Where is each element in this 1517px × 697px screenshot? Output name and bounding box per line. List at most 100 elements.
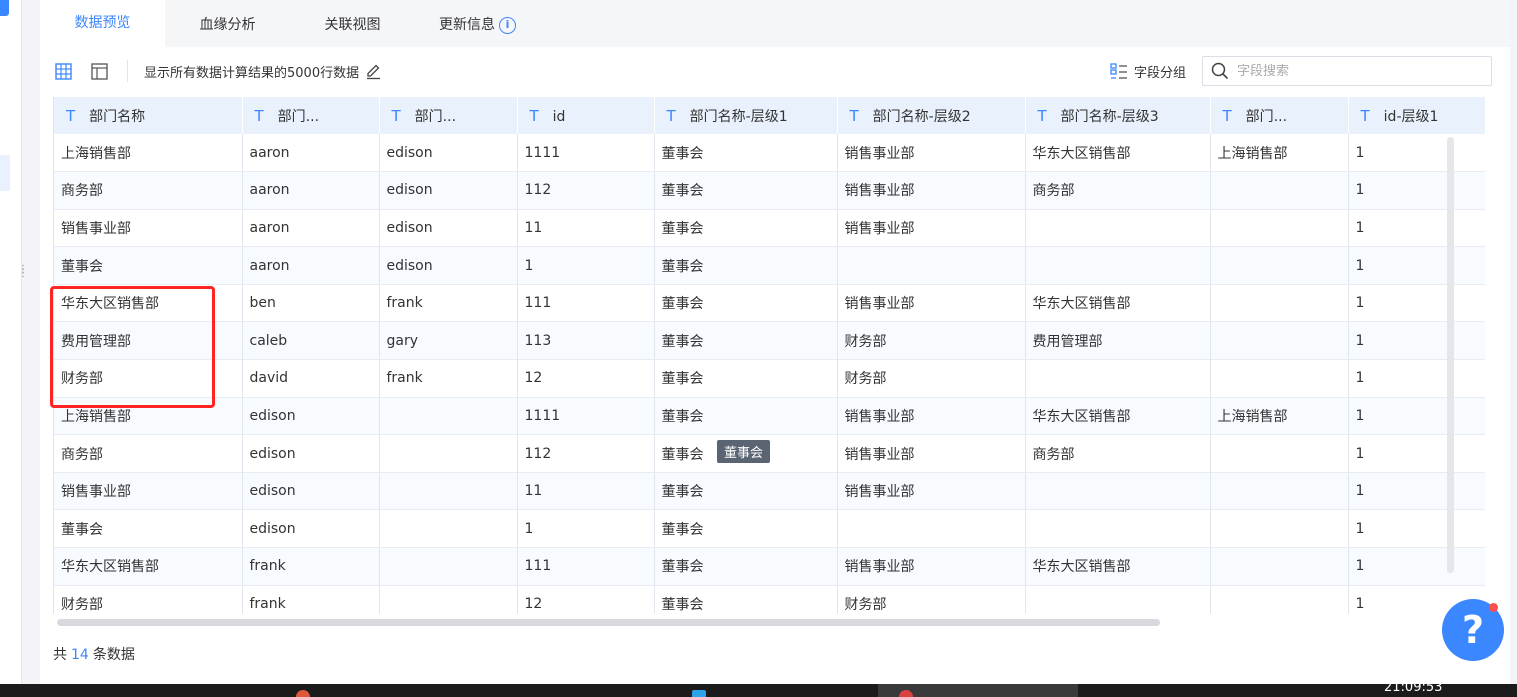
table-cell[interactable]: 董事会	[654, 134, 838, 173]
column-header[interactable]: T 部门...	[379, 97, 518, 134]
tab-lineage[interactable]: 血缘分析	[165, 14, 290, 34]
table-cell[interactable]	[1210, 547, 1349, 586]
table-cell[interactable]: 董事会	[654, 359, 838, 398]
table-cell[interactable]: 1	[1348, 359, 1485, 398]
table-row[interactable]: 财务部 frank 12 董事会 财务部 1	[54, 585, 1485, 614]
table-row[interactable]: 董事会 edison 1 董事会 1	[54, 509, 1485, 549]
table-cell[interactable]: 11	[517, 209, 655, 248]
table-cell[interactable]: 11	[517, 472, 655, 511]
column-header[interactable]: T 部门名称	[54, 97, 243, 134]
table-cell[interactable]	[379, 509, 518, 549]
column-header[interactable]: Tid	[517, 97, 655, 134]
table-cell[interactable]	[379, 434, 518, 473]
table-cell[interactable]: frank	[379, 284, 518, 323]
taskbar-app-icon[interactable]	[692, 690, 706, 697]
drag-handle-icon[interactable]: ⋮ ⋮	[18, 265, 28, 279]
table-cell[interactable]: 董事会	[654, 209, 838, 248]
table-cell[interactable]: 董事会	[654, 509, 838, 549]
column-header[interactable]: T 部门...	[242, 97, 380, 134]
table-row[interactable]: 商务部 aaron edison 112 董事会 销售事业部 商务部 1	[54, 171, 1485, 210]
table-cell[interactable]	[379, 585, 518, 614]
table-row[interactable]: 财务部 david frank 12 董事会 财务部 1	[54, 359, 1485, 398]
table-cell[interactable]: 1	[517, 509, 655, 549]
table-cell[interactable]: 销售事业部	[837, 472, 1026, 511]
table-row[interactable]: 上海销售部 edison 1111 董事会 销售事业部 华东大区销售部 上海销售部 1	[54, 397, 1485, 436]
table-cell[interactable]	[379, 397, 518, 436]
column-header[interactable]: T 部门名称-层级3	[1025, 97, 1211, 134]
grid-view-icon[interactable]	[53, 61, 73, 81]
column-header[interactable]: T 部门名称-层级2	[837, 97, 1026, 134]
table-cell[interactable]: 1	[1348, 246, 1485, 285]
table-cell[interactable]: 111	[517, 547, 655, 586]
table-cell[interactable]: 1	[1348, 472, 1485, 511]
table-cell[interactable]: 华东大区销售部	[1025, 547, 1211, 586]
table-cell[interactable]: frank	[379, 359, 518, 398]
table-cell[interactable]: caleb	[242, 321, 380, 361]
table-cell[interactable]: 华东大区销售部	[54, 547, 243, 586]
table-cell[interactable]: frank	[242, 585, 380, 614]
table-cell[interactable]: 上海销售部	[54, 134, 243, 173]
table-cell[interactable]: 上海销售部	[1210, 397, 1349, 436]
table-cell[interactable]: 销售事业部	[54, 209, 243, 248]
table-cell[interactable]: edison	[242, 434, 380, 473]
table-cell[interactable]: 董事会	[654, 547, 838, 586]
table-cell[interactable]: edison	[242, 472, 380, 511]
table-cell[interactable]: frank	[242, 547, 380, 586]
table-cell[interactable]	[1210, 209, 1349, 248]
tab-update-info[interactable]: 更新信息 i	[415, 14, 540, 34]
table-cell[interactable]: 华东大区销售部	[1025, 284, 1211, 323]
table-cell[interactable]: 113	[517, 321, 655, 361]
table-cell[interactable]	[1210, 284, 1349, 323]
table-cell[interactable]: 董事会	[654, 585, 838, 614]
table-row[interactable]: 销售事业部 edison 11 董事会 销售事业部 1	[54, 472, 1485, 511]
rail-selected-item[interactable]	[0, 155, 10, 191]
table-cell[interactable]: aaron	[242, 134, 380, 173]
table-cell[interactable]: 1	[1348, 284, 1485, 323]
table-row[interactable]: 华东大区销售部 frank 111 董事会 销售事业部 华东大区销售部 1	[54, 547, 1485, 586]
table-cell[interactable]: 华东大区销售部	[1025, 397, 1211, 436]
field-group-button[interactable]: 字段分组	[1110, 62, 1186, 81]
table-cell[interactable]: edison	[379, 134, 518, 173]
table-cell[interactable]: 董事会	[54, 509, 243, 549]
table-cell[interactable]: edison	[242, 397, 380, 436]
table-cell[interactable]: 1	[1348, 209, 1485, 248]
table-cell[interactable]	[1210, 509, 1349, 549]
table-cell[interactable]: 商务部	[1025, 171, 1211, 210]
table-cell[interactable]: edison	[379, 246, 518, 285]
table-cell[interactable]: 112	[517, 171, 655, 210]
table-cell[interactable]: david	[242, 359, 380, 398]
table-cell[interactable]	[1210, 246, 1349, 285]
table-cell[interactable]: aaron	[242, 209, 380, 248]
table-cell[interactable]: 1	[1348, 321, 1485, 361]
table-view-icon[interactable]	[89, 61, 109, 81]
table-cell[interactable]: 上海销售部	[1210, 134, 1349, 173]
table-row[interactable]: 上海销售部 aaron edison 1111 董事会 销售事业部 华东大区销售部 上海销售部…	[54, 134, 1485, 173]
edit-icon[interactable]	[365, 63, 382, 80]
table-cell[interactable]: 财务部	[837, 321, 1026, 361]
column-header[interactable]: Tid-层级1	[1348, 97, 1485, 134]
table-cell[interactable]: 1111	[517, 397, 655, 436]
table-cell[interactable]	[1025, 509, 1211, 549]
table-row[interactable]: 董事会 aaron edison 1 董事会 1	[54, 246, 1485, 285]
horizontal-scrollbar[interactable]	[57, 619, 1160, 626]
table-cell[interactable]: 商务部	[54, 434, 243, 473]
table-cell[interactable]: 111	[517, 284, 655, 323]
field-search-box[interactable]	[1202, 56, 1492, 86]
table-cell[interactable]	[1210, 359, 1349, 398]
table-cell[interactable]	[1025, 359, 1211, 398]
table-cell[interactable]: 董事会	[654, 246, 838, 285]
table-cell[interactable]: 董事会	[654, 472, 838, 511]
table-cell[interactable]: 销售事业部	[837, 284, 1026, 323]
table-cell[interactable]	[379, 547, 518, 586]
table-cell[interactable]: 董事会	[654, 397, 838, 436]
table-cell[interactable]: 销售事业部	[54, 472, 243, 511]
table-cell[interactable]: 销售事业部	[837, 171, 1026, 210]
taskbar-app-icon[interactable]	[296, 690, 310, 697]
column-header[interactable]: T 部门名称-层级1	[654, 97, 838, 134]
table-cell[interactable]: 董事会	[654, 171, 838, 210]
table-cell[interactable]: 销售事业部	[837, 547, 1026, 586]
table-cell[interactable]: 费用管理部	[1025, 321, 1211, 361]
table-cell[interactable]	[1210, 434, 1349, 473]
table-cell[interactable]: 销售事业部	[837, 209, 1026, 248]
table-cell[interactable]: 财务部	[54, 585, 243, 614]
